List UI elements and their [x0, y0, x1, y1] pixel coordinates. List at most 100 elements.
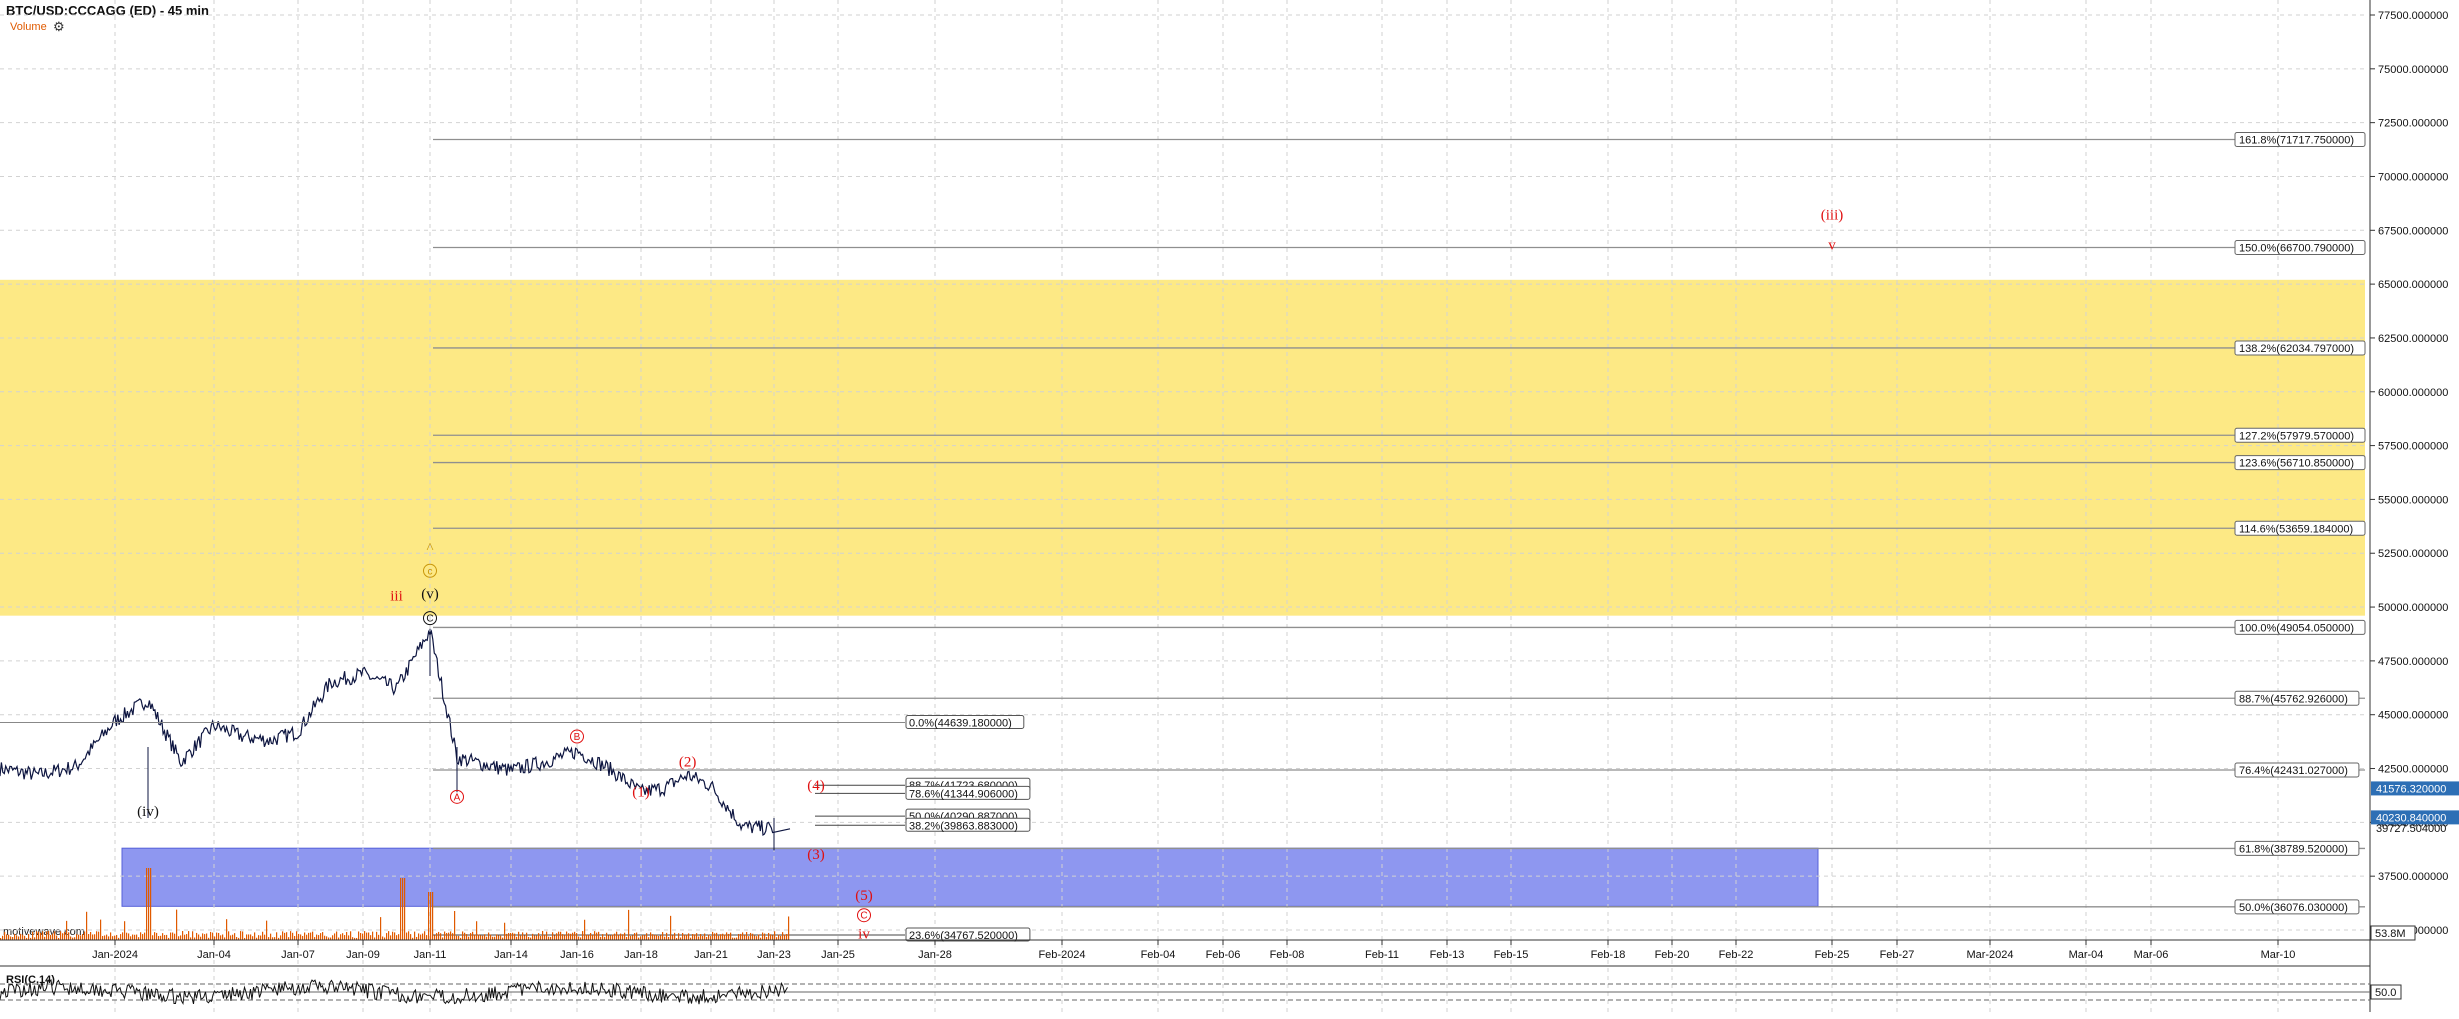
volume-bar	[430, 892, 432, 940]
volume-bar	[150, 868, 152, 940]
x-tick-label: Feb-27	[1880, 949, 1915, 961]
volume-bar	[106, 934, 108, 940]
y-tick-label: 65000.000000	[2378, 279, 2448, 291]
wave-label: (4)	[807, 778, 825, 794]
volume-bar	[388, 931, 390, 940]
volume-bar	[644, 935, 646, 940]
volume-bar	[312, 931, 314, 940]
volume-bar	[456, 935, 458, 940]
volume-bar	[142, 934, 144, 940]
volume-bar	[684, 934, 686, 940]
volume-bar	[160, 935, 162, 940]
volume-bar	[92, 934, 94, 940]
volume-bar	[196, 932, 198, 940]
volume-bar	[458, 935, 460, 940]
volume-total-label: 53.8M	[2375, 928, 2406, 940]
volume-bar	[472, 931, 474, 940]
volume-bar	[152, 935, 154, 940]
wave-label: (iv)	[137, 804, 159, 820]
volume-bar	[264, 934, 266, 940]
volume-bar	[538, 933, 540, 940]
volume-bar	[576, 933, 578, 940]
volume-bar	[482, 935, 484, 940]
volume-bar	[744, 935, 746, 940]
volume-bar	[606, 932, 608, 940]
volume-bar	[612, 934, 614, 940]
volume-bar	[666, 932, 668, 940]
wave-label: (iii)	[1821, 208, 1844, 224]
fib-extension-label: 100.0%(49054.050000)	[2239, 622, 2354, 634]
volume-bar	[348, 935, 350, 940]
volume-bar	[2, 935, 4, 940]
volume-bar	[372, 931, 374, 940]
volume-bar	[512, 932, 514, 940]
volume-bar	[46, 931, 48, 940]
volume-bar	[678, 933, 680, 940]
x-tick-label: Jan-28	[918, 949, 952, 961]
fib-extension-label: 114.6%(53659.184000)	[2239, 523, 2353, 535]
volume-bar	[362, 933, 364, 940]
volume-bar	[476, 921, 478, 940]
volume-bar	[592, 935, 594, 940]
volume-bar	[478, 934, 480, 940]
y-tick-label: 67500.000000	[2378, 225, 2448, 237]
fib-retracement-label: 0.0%(44639.180000)	[909, 717, 1012, 729]
volume-bar	[64, 932, 66, 940]
volume-bar	[440, 933, 442, 940]
volume-bar	[234, 933, 236, 940]
volume-bar	[340, 934, 342, 940]
wave-label: B	[574, 732, 581, 743]
volume-bar	[364, 931, 366, 940]
y-tick-label: 75000.000000	[2378, 64, 2448, 76]
x-tick-label: Jan-2024	[92, 949, 138, 961]
volume-bar	[488, 932, 490, 940]
x-tick-label: Feb-08	[1270, 949, 1305, 961]
x-tick-label: Feb-18	[1591, 949, 1626, 961]
volume-bar	[390, 935, 392, 940]
volume-bar	[490, 934, 492, 940]
volume-bar	[762, 932, 764, 940]
volume-bar	[28, 933, 30, 940]
wave-label: ^	[426, 541, 433, 557]
y-tick-label: 50000.000000	[2378, 602, 2448, 614]
volume-bar	[740, 933, 742, 940]
wave-label: v	[1828, 238, 1836, 254]
volume-bar	[178, 936, 180, 940]
volume-bar	[704, 933, 706, 940]
volume-bar	[226, 919, 228, 940]
volume-bar	[398, 934, 400, 940]
volume-bar	[320, 933, 322, 940]
volume-bar	[750, 932, 752, 940]
volume-bar	[48, 931, 50, 940]
volume-bar	[216, 932, 218, 940]
volume-bar	[146, 868, 148, 940]
volume-bar	[542, 930, 544, 940]
wave-label: C	[426, 614, 433, 625]
volume-bar	[212, 932, 214, 940]
volume-bar	[158, 936, 160, 940]
volume-bar	[446, 932, 448, 940]
chart-canvas[interactable]: 161.8%(71717.750000) 150.0%(66700.790000)…	[0, 0, 2459, 1019]
x-tick-label: Jan-25	[821, 949, 855, 961]
volume-bar	[50, 934, 52, 940]
volume-bar	[380, 917, 382, 940]
volume-bar	[76, 934, 78, 940]
volume-bar	[82, 933, 84, 940]
x-tick-label: Jan-14	[494, 949, 528, 961]
rsi-level-label: 50.0	[2375, 987, 2396, 999]
volume-bar	[752, 933, 754, 940]
volume-bar	[586, 934, 588, 940]
volume-bar	[370, 935, 372, 940]
fib-extension-label: 61.8%(38789.520000)	[2239, 843, 2348, 855]
volume-bar	[284, 932, 286, 940]
volume-bar	[266, 920, 268, 940]
volume-bar	[564, 935, 566, 940]
volume-bar	[296, 931, 298, 940]
volume-bar	[16, 935, 18, 940]
volume-bar	[726, 932, 728, 940]
volume-bar	[514, 933, 516, 940]
y-tick-label: 57500.000000	[2378, 441, 2448, 453]
volume-bar	[230, 935, 232, 940]
volume-bar	[662, 932, 664, 940]
volume-bar	[62, 933, 64, 940]
